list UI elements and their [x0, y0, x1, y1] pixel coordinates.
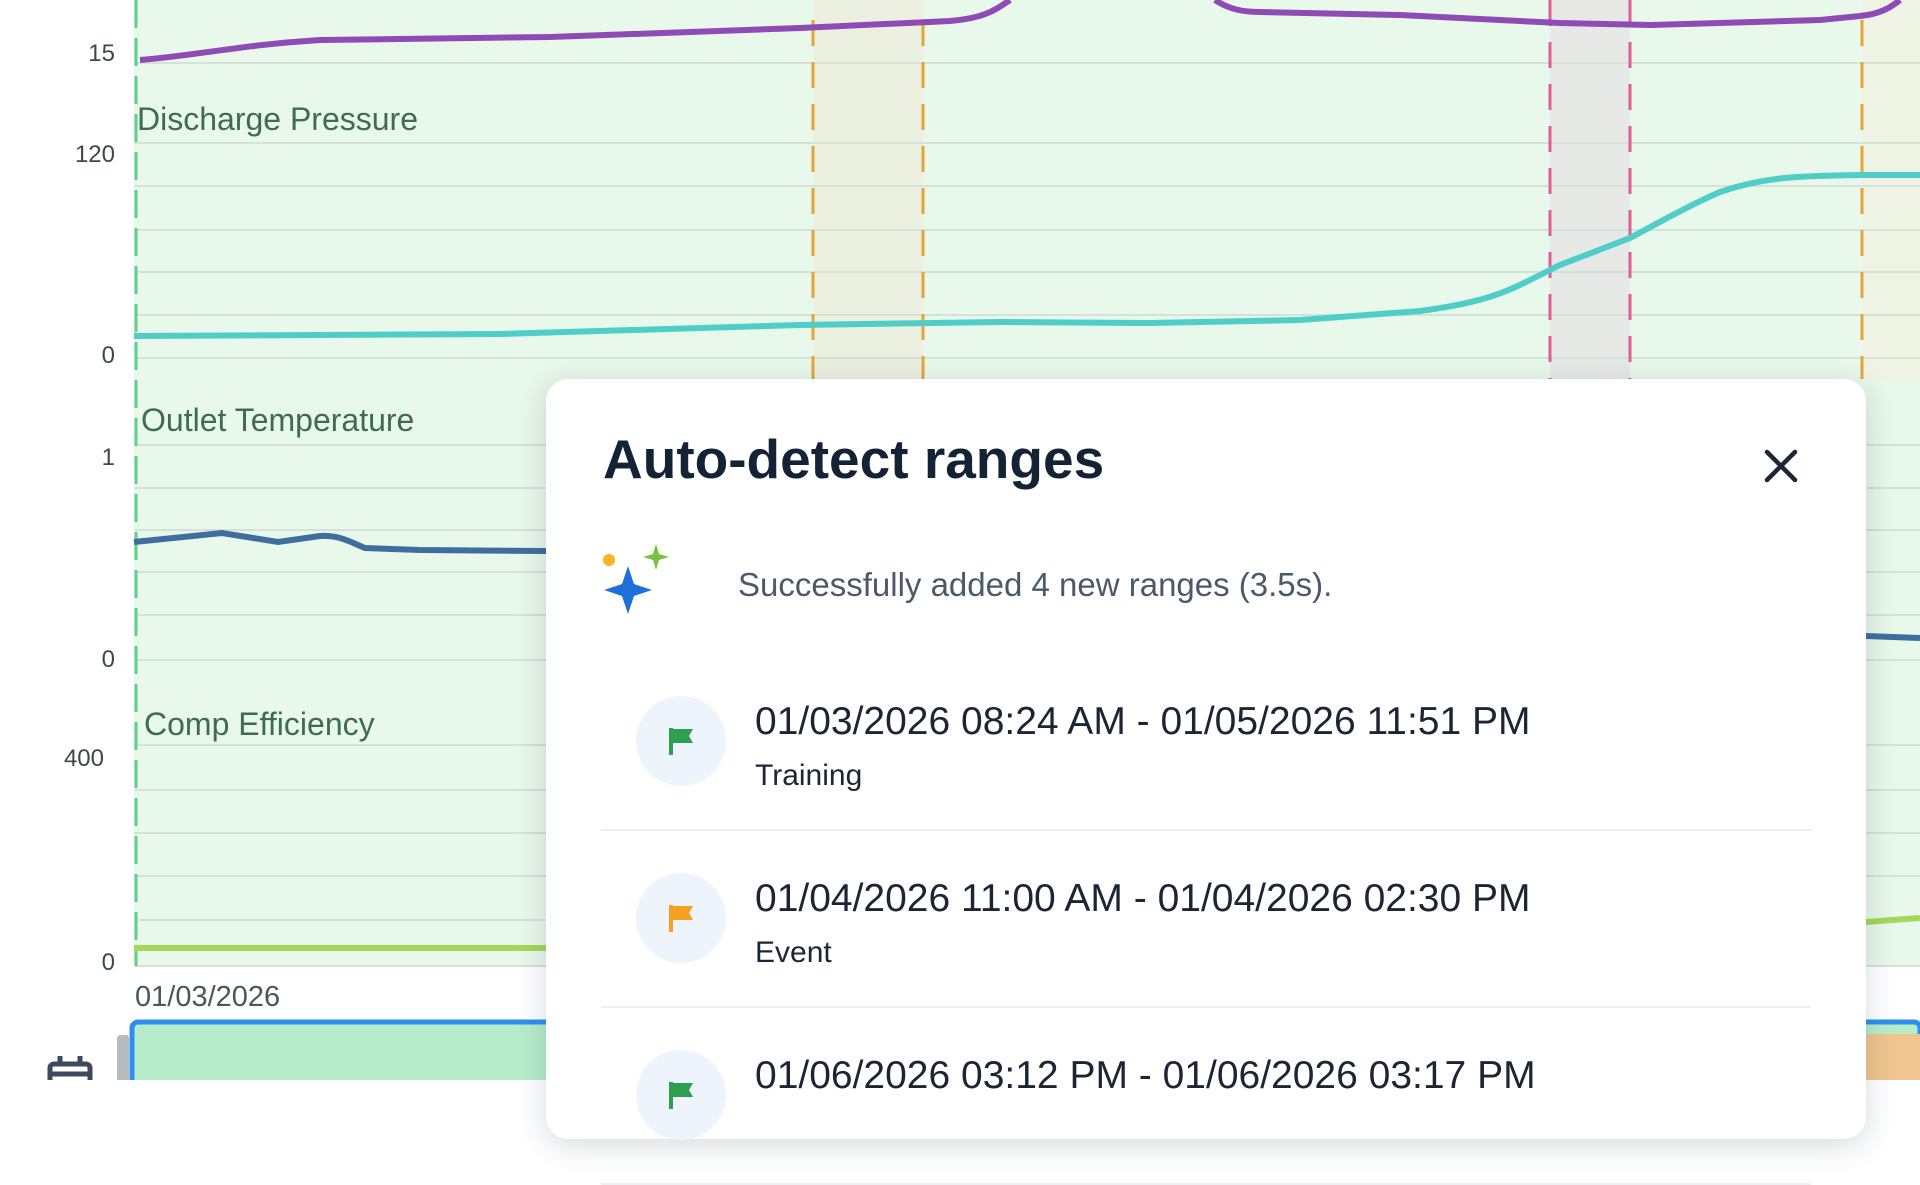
range-dates: 01/03/2026 08:24 AM - 01/05/2026 11:51 P…: [755, 700, 1531, 743]
sparkle-icon: [603, 544, 669, 614]
success-row: Successfully added 4 new ranges (3.5s).: [601, 544, 1801, 624]
calendar-icon[interactable]: [47, 1056, 93, 1080]
range-dates: 01/04/2026 11:00 AM - 01/04/2026 02:30 P…: [755, 877, 1531, 920]
discharge-pressure-y-max: 120: [75, 141, 115, 168]
flag-icon: [669, 1082, 693, 1109]
flag-icon: [669, 728, 693, 755]
auto-detect-dialog: Auto-detect ranges Successfully added 4 …: [546, 379, 1866, 1185]
range-type-badge: [636, 873, 726, 963]
range-type-badge: [636, 1050, 726, 1140]
dialog-title: Auto-detect ranges: [603, 428, 1105, 490]
range-item[interactable]: 01/03/2026 08:24 AM - 01/05/2026 11:51 P…: [601, 654, 1811, 831]
right-range-shade: [1862, 0, 1920, 379]
range-type-badge: [636, 696, 726, 786]
range-list: 01/03/2026 08:24 AM - 01/05/2026 11:51 P…: [601, 654, 1811, 1185]
range-type: Event: [755, 936, 832, 969]
success-message: Successfully added 4 new ranges (3.5s).: [738, 566, 1333, 603]
range-dates: 01/06/2026 03:12 PM - 01/06/2026 03:17 P…: [755, 1054, 1536, 1097]
range-item[interactable]: 01/06/2026 03:12 PM - 01/06/2026 03:17 P…: [601, 1008, 1811, 1185]
comp-efficiency-y-max: 400: [64, 745, 104, 772]
outlet-temperature-y-min: 0: [102, 646, 115, 673]
timeline-brush-handle[interactable]: [117, 1035, 129, 1080]
discharge-pressure-title: Discharge Pressure: [137, 101, 418, 137]
anomaly-range-shade: [1550, 0, 1630, 379]
x-axis-start-label: 01/03/2026: [135, 981, 280, 1013]
close-button[interactable]: [1756, 441, 1806, 491]
flag-icon: [669, 905, 693, 932]
outlet-temperature-y-max: 1: [102, 444, 115, 471]
discharge-pressure-y-min: 0: [102, 342, 115, 369]
comp-efficiency-y-min: 0: [102, 949, 115, 976]
range-type: Training: [755, 759, 863, 792]
close-icon: [1764, 449, 1798, 483]
comp-efficiency-title: Comp Efficiency: [144, 706, 375, 742]
range-item[interactable]: 01/04/2026 11:00 AM - 01/04/2026 02:30 P…: [601, 831, 1811, 1008]
timeline-right-segment: [1866, 1034, 1920, 1080]
y-tick-partial: 15: [88, 40, 115, 67]
outlet-temperature-title: Outlet Temperature: [141, 402, 414, 438]
